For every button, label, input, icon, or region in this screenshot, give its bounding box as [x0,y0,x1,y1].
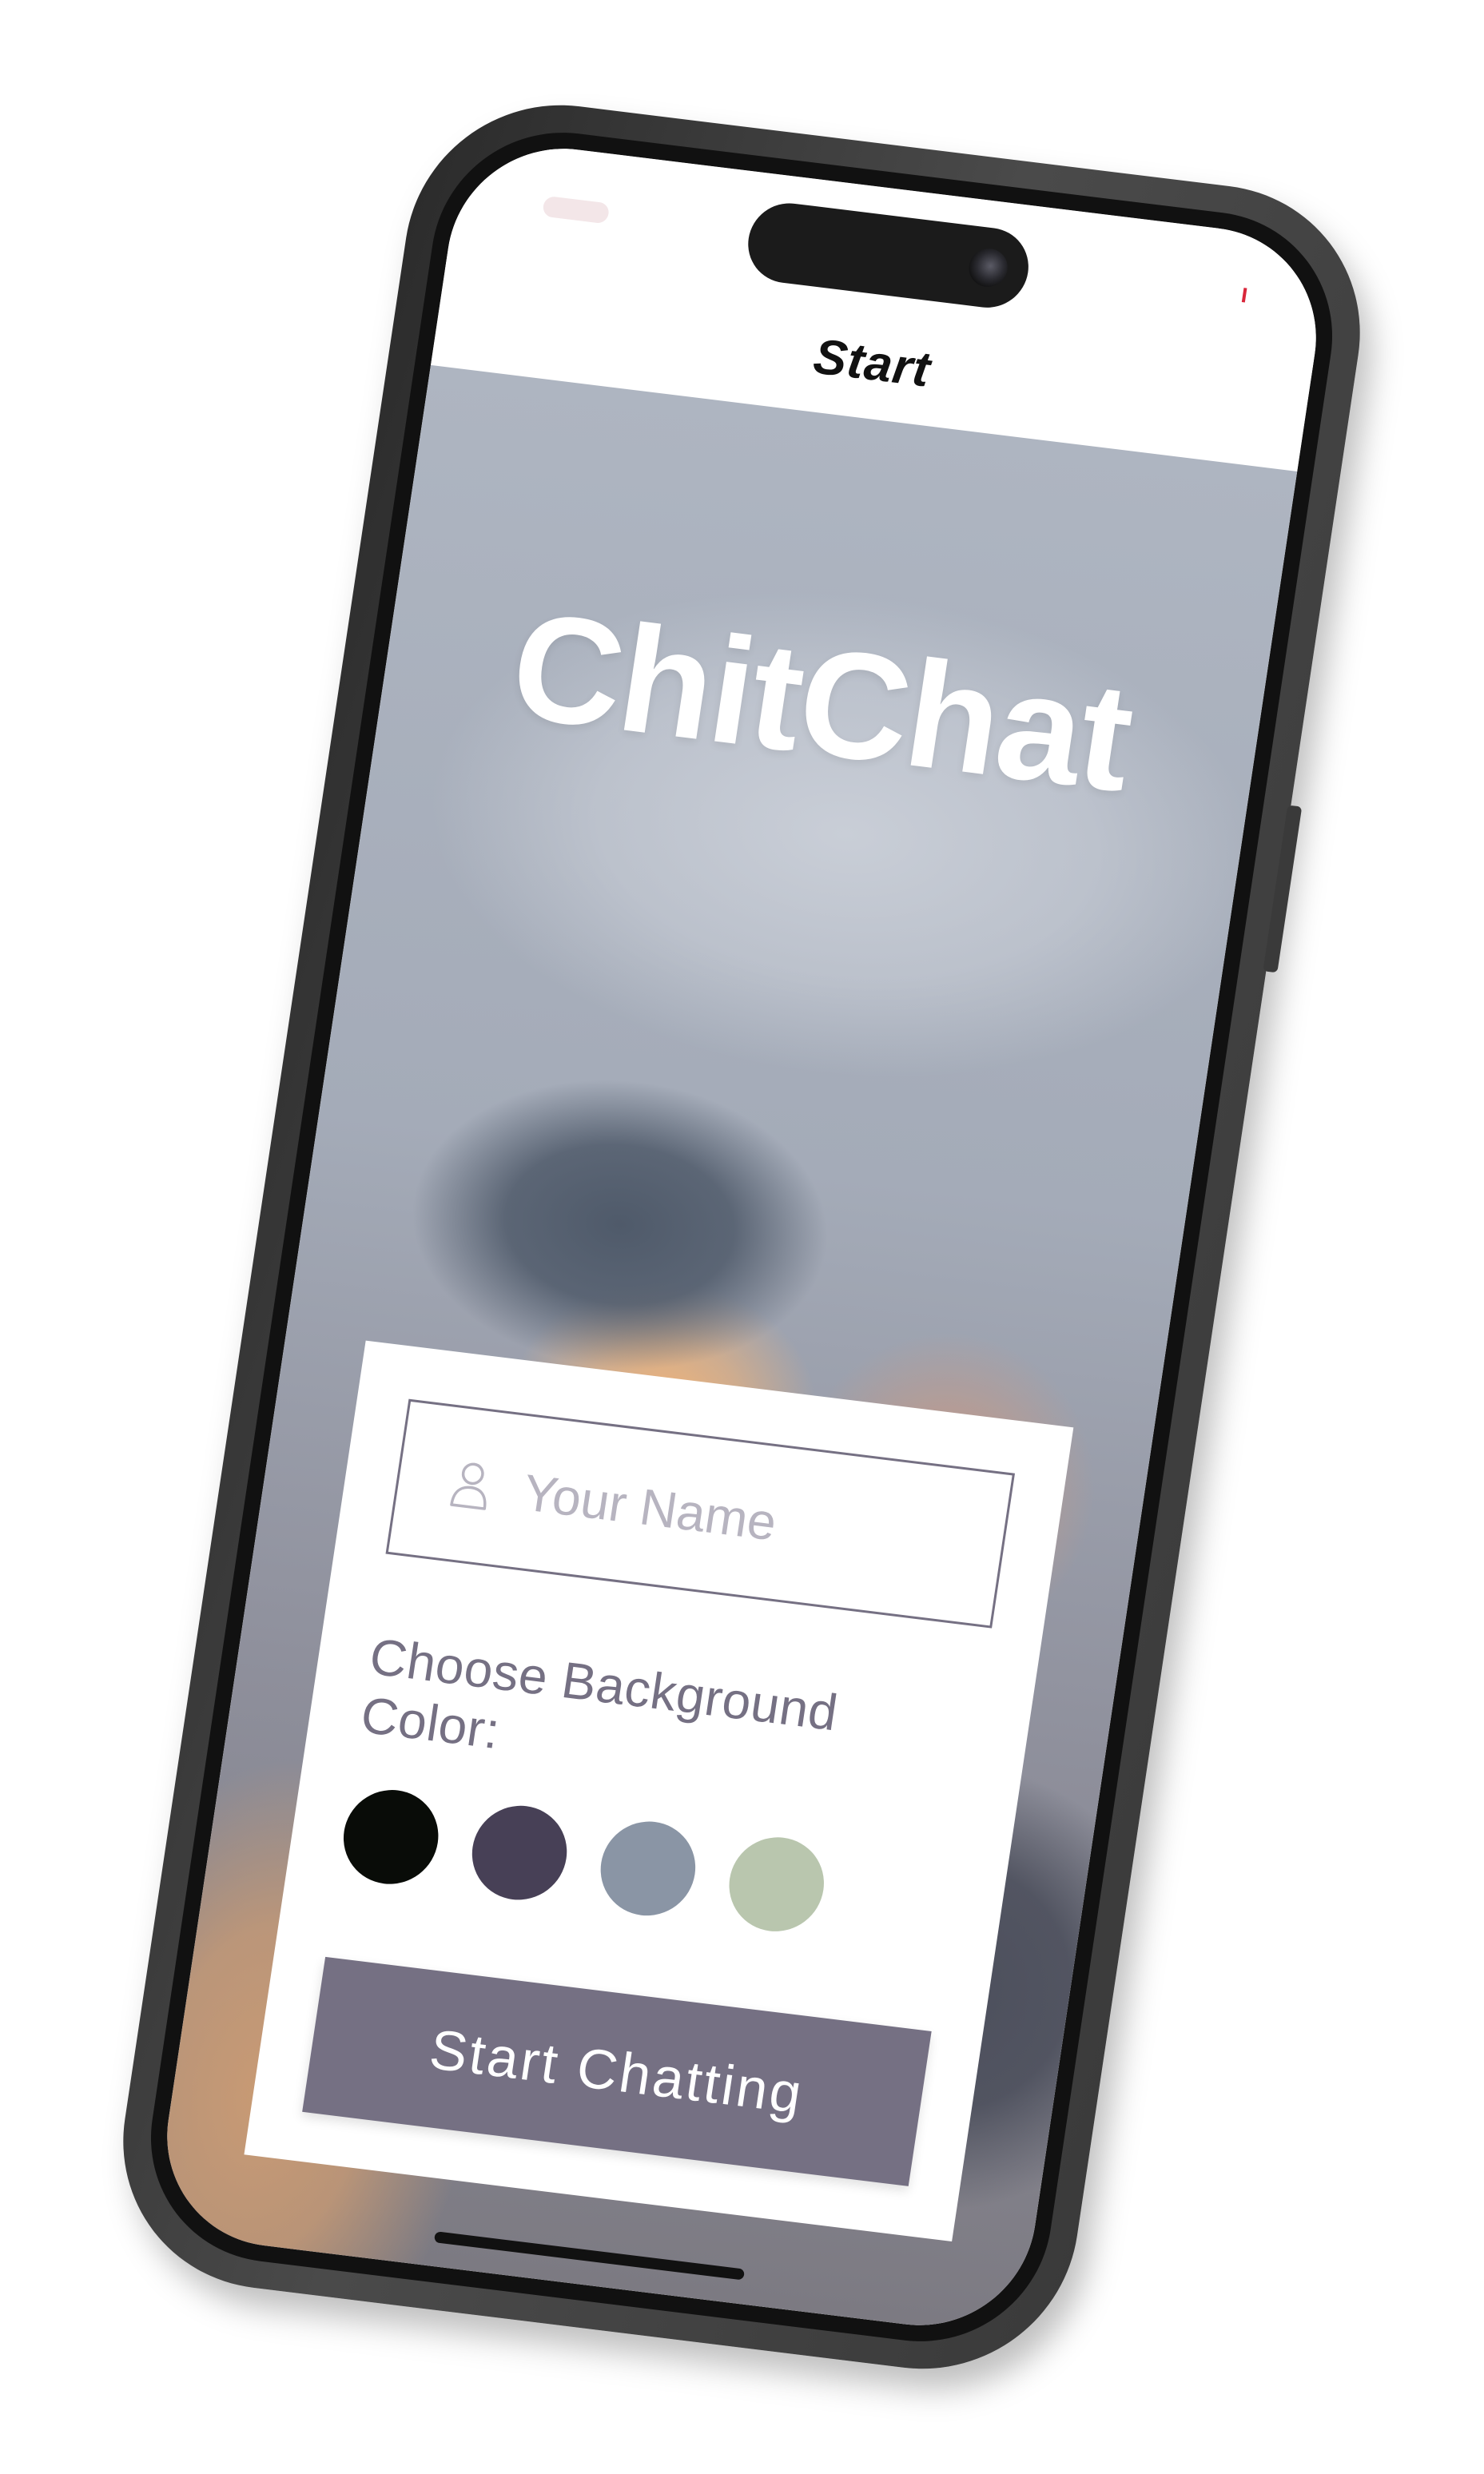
phone-frame: Start ChitChat Choose Background Color: [102,88,1381,2386]
side-button [1263,805,1303,973]
app-title: ChitChat [501,580,1142,824]
app-screen: Start ChitChat Choose Background Color: [151,136,1332,2338]
name-input[interactable] [517,1462,1006,1581]
device-stage: Start ChitChat Choose Background Color: [0,0,1484,2474]
color-swatch-black[interactable] [336,1784,445,1890]
dynamic-island [742,198,1034,312]
color-swatch-purple[interactable] [465,1800,574,1906]
color-swatch-blue-gray[interactable] [594,1816,702,1921]
status-indicator-left [542,195,611,225]
status-indicator-right [1241,288,1247,303]
nav-title: Start [810,328,935,398]
camera-icon [966,246,1011,289]
phone-bezel: Start ChitChat Choose Background Color: [133,117,1350,2357]
start-form-card: Choose Background Color: Start Chatting [244,1340,1074,2242]
color-swatch-group [336,1784,957,1952]
background-image: ChitChat Choose Background Color: [151,364,1298,2338]
color-swatch-sage-green[interactable] [722,1832,831,1937]
person-icon [450,1462,487,1510]
start-chatting-button[interactable]: Start Chatting [302,1956,932,2186]
background-color-label: Choose Background Color: [357,1627,842,1760]
name-input-container[interactable] [385,1398,1016,1629]
